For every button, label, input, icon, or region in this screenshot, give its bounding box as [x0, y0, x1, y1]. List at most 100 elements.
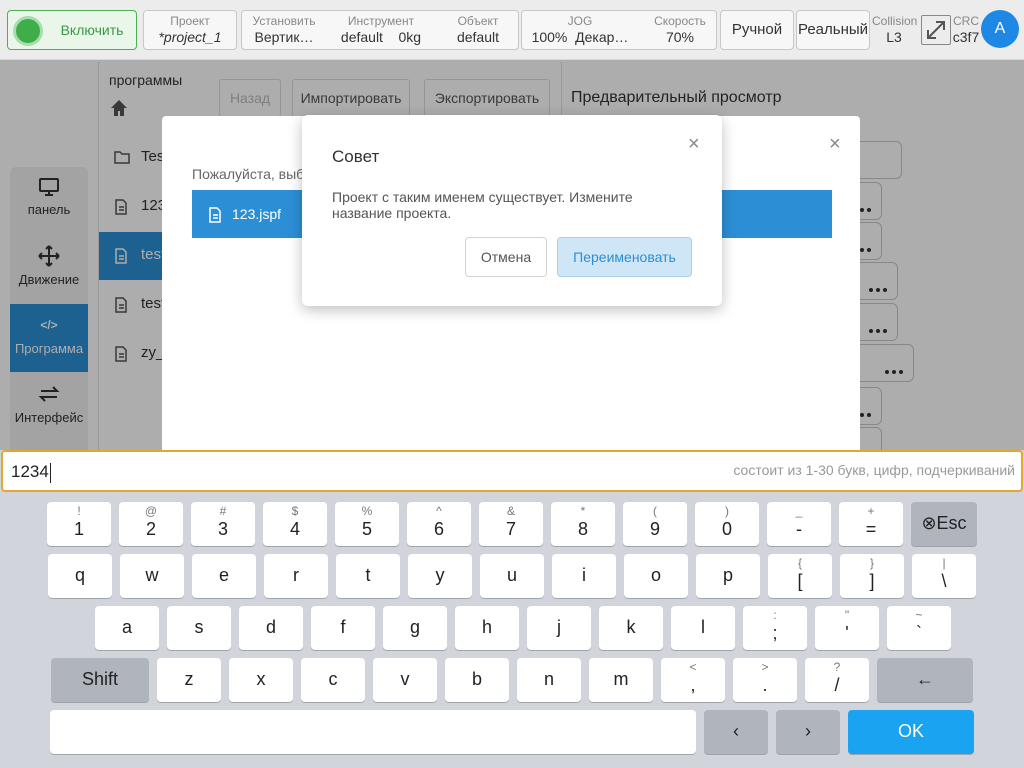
key-label: 3 [217, 519, 228, 539]
key-n[interactable]: n [517, 658, 581, 702]
key-7[interactable]: & 7 [479, 502, 543, 546]
key-c[interactable]: c [301, 658, 365, 702]
key-u[interactable]: u [480, 554, 544, 598]
key-label: = [865, 519, 877, 539]
key-\[interactable]: | \ [912, 554, 976, 598]
key-=[interactable]: + = [839, 502, 903, 546]
collision-caption: Collision [872, 14, 918, 28]
key-,[interactable]: <, [661, 658, 725, 702]
key-shift-symbol: " [844, 608, 850, 622]
close-icon[interactable]: × [829, 134, 841, 154]
key-a[interactable]: a [95, 606, 159, 650]
key-label: ] [869, 571, 875, 591]
key-[[interactable]: {[ [768, 554, 832, 598]
cursor-right-key[interactable]: › [776, 710, 840, 754]
key-shift-symbol: | [942, 556, 946, 570]
collision-status[interactable]: Collision L3 [872, 14, 918, 46]
key-1[interactable]: ! 1 [47, 502, 111, 546]
key-;[interactable]: :; [743, 606, 807, 650]
key-g[interactable]: g [383, 606, 447, 650]
key-label: 2 [145, 519, 156, 539]
key-2[interactable]: @2 [119, 502, 183, 546]
key-label: t [365, 565, 371, 585]
jog-speed-group: JOG 100% Декар… Скорость 70% [521, 10, 717, 50]
key-k[interactable]: k [599, 606, 663, 650]
space-key[interactable] [50, 710, 696, 754]
key-][interactable]: }] [840, 554, 904, 598]
key-w[interactable]: w [120, 554, 184, 598]
backspace-key[interactable]: ← [877, 658, 973, 702]
install-caption: Установить [252, 14, 316, 28]
keyboard-input-field[interactable]: 1234 состоит из 1-30 букв, цифр, подчерк… [1, 450, 1023, 492]
key-`[interactable]: ~ ` [887, 606, 951, 650]
key-e[interactable]: e [192, 554, 256, 598]
key-label: y [435, 565, 445, 585]
key-z[interactable]: z [157, 658, 221, 702]
crc-caption: CRC [953, 14, 979, 28]
install-selector[interactable]: Установить Вертик… [242, 11, 326, 46]
key-s[interactable]: s [167, 606, 231, 650]
key-3[interactable]: #3 [191, 502, 255, 546]
real-mode-button[interactable]: Реальный [796, 10, 870, 50]
key-j[interactable]: j [527, 606, 591, 650]
install-tool-object-group: Установить Вертик… Инструмент default 0k… [241, 10, 519, 50]
shift-key[interactable]: Shift [51, 658, 149, 702]
enable-button[interactable]: Включить [7, 10, 137, 50]
key-label: z [184, 669, 194, 689]
key-m[interactable]: m [589, 658, 653, 702]
key-label: ` [916, 623, 922, 643]
key-f[interactable]: f [311, 606, 375, 650]
dialog-message: Проект с таким именем существует. Измени… [332, 189, 633, 221]
key-r[interactable]: r [264, 554, 328, 598]
key-6[interactable]: ^ 6 [407, 502, 471, 546]
key-shift-symbol: & [506, 504, 515, 518]
jog-selector[interactable]: JOG 100% Декар… [522, 11, 638, 46]
key-label: l [701, 617, 705, 637]
key-q[interactable]: q [48, 554, 112, 598]
key-label: \ [941, 571, 947, 591]
key-o[interactable]: o [624, 554, 688, 598]
tool-selector[interactable]: Инструмент default 0kg [328, 11, 434, 46]
key-d[interactable]: d [239, 606, 303, 650]
key-t[interactable]: t [336, 554, 400, 598]
key-shift-symbol: ) [725, 504, 729, 518]
key-9[interactable]: (9 [623, 502, 687, 546]
key-i[interactable]: i [552, 554, 616, 598]
key-l[interactable]: l [671, 606, 735, 650]
key-label: . [762, 675, 768, 695]
key-label: 5 [361, 519, 372, 539]
key-v[interactable]: v [373, 658, 437, 702]
key-y[interactable]: y [408, 554, 472, 598]
key-4[interactable]: $4 [263, 502, 327, 546]
expand-icon[interactable] [921, 15, 951, 45]
key--[interactable]: _ - [767, 502, 831, 546]
ok-key[interactable]: OK [848, 710, 974, 754]
cursor-left-key[interactable]: ‹ [704, 710, 768, 754]
manual-mode-button[interactable]: Ручной [720, 10, 794, 50]
cancel-button[interactable]: Отмена [465, 237, 547, 277]
keyboard-input-hint: состоит из 1-30 букв, цифр, подчеркивани… [733, 462, 1015, 478]
key-/[interactable]: ? / [805, 658, 869, 702]
key-'[interactable]: " ' [815, 606, 879, 650]
key-p[interactable]: p [696, 554, 760, 598]
project-value: *project_1 [158, 29, 222, 45]
key-8[interactable]: * 8 [551, 502, 615, 546]
key-shift-symbol: } [869, 556, 874, 570]
close-icon[interactable]: × [688, 134, 700, 154]
jog-caption: JOG [567, 14, 593, 28]
object-selector[interactable]: Объект default [436, 11, 518, 46]
key-.[interactable]: >. [733, 658, 797, 702]
key-5[interactable]: % 5 [335, 502, 399, 546]
key-x[interactable]: x [229, 658, 293, 702]
speed-selector[interactable]: Скорость 70% [642, 11, 716, 46]
esc-key[interactable]: ⊗Esc [911, 502, 977, 546]
key-h[interactable]: h [455, 606, 519, 650]
project-selector[interactable]: Проект *project_1 [143, 10, 237, 50]
user-avatar[interactable]: A [981, 10, 1019, 48]
key-0[interactable]: ) 0 [695, 502, 759, 546]
object-value: default [456, 29, 500, 45]
rename-button[interactable]: Переименовать [557, 237, 692, 277]
key-label: / [834, 675, 840, 695]
key-label: s [194, 617, 204, 637]
key-b[interactable]: b [445, 658, 509, 702]
